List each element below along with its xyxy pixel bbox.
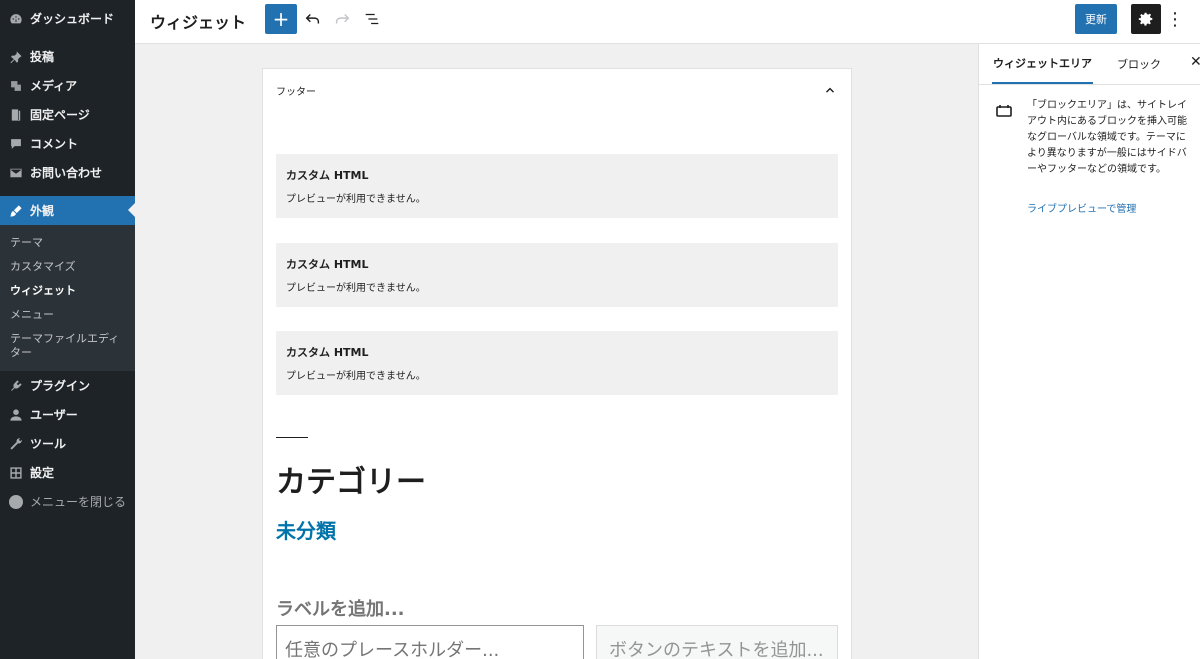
- sidebar-item-label: 固定ページ: [30, 108, 90, 122]
- block-title: カスタム HTML: [286, 258, 369, 271]
- media-icon: [9, 79, 23, 93]
- description-line: 「ブロックエリア」は、サイトレイ: [1027, 100, 1187, 111]
- add-block-button[interactable]: +: [265, 4, 297, 34]
- submenu-item-theme-editor[interactable]: テーマファイルエディター: [0, 327, 120, 365]
- sidebar-item-appearance[interactable]: 外観: [0, 196, 135, 225]
- wrench-icon: [9, 437, 23, 451]
- custom-html-block[interactable]: カスタム HTML プレビューが利用できません。: [276, 154, 838, 218]
- plugin-icon: [9, 379, 23, 393]
- tab-block[interactable]: ブロック: [1117, 44, 1161, 84]
- description-line: なグローバルな領域です。テーマに: [1027, 132, 1186, 143]
- page-icon: [9, 108, 23, 122]
- categories-heading[interactable]: カテゴリー: [276, 457, 426, 501]
- block-preview-text: プレビューが利用できません。: [286, 283, 426, 294]
- tabs-divider: [979, 84, 1200, 85]
- close-icon[interactable]: ✕: [1190, 54, 1200, 70]
- description-line: より異なりますが一般にはサイドバ: [1027, 148, 1187, 159]
- pin-icon: [9, 50, 23, 64]
- more-options-button[interactable]: ⋮: [1166, 8, 1184, 30]
- settings-grid-icon: [9, 466, 23, 480]
- category-link[interactable]: 未分類: [276, 515, 336, 544]
- sidebar-item-posts[interactable]: 投稿: [0, 42, 135, 71]
- settings-sidebar: ウィジェットエリア ブロック ✕ 「ブロックエリア」は、サイトレイ アウト内にあ…: [978, 44, 1200, 659]
- editor-canvas: フッター カスタム HTML プレビューが利用できません。 カスタム HTML …: [135, 44, 978, 659]
- custom-html-block[interactable]: カスタム HTML プレビューが利用できません。: [276, 331, 838, 395]
- page-title: ウィジェット: [150, 13, 247, 32]
- block-preview-text: プレビューが利用できません。: [286, 194, 426, 205]
- sidebar-item-dashboard[interactable]: ダッシュボード: [0, 4, 135, 33]
- live-preview-link[interactable]: ライブプレビューで管理: [1027, 200, 1136, 215]
- collapse-menu-button[interactable]: メニューを閉じる: [0, 487, 135, 516]
- description-line: アウト内にあるブロックを挿入可能: [1027, 116, 1187, 127]
- tab-widget-area[interactable]: ウィジェットエリア: [992, 44, 1093, 84]
- collapse-menu-label: メニューを閉じる: [30, 495, 127, 509]
- separator-block[interactable]: [276, 437, 308, 438]
- block-preview-text: プレビューが利用できません。: [286, 371, 426, 382]
- brush-icon: [9, 204, 23, 218]
- undo-icon[interactable]: [303, 9, 323, 29]
- admin-sidebar: ダッシュボード 投稿 メディア 固定ページ コメント お問い合わせ 外観 テーマ…: [0, 0, 135, 659]
- sidebar-item-label: ツール: [30, 437, 67, 451]
- sidebar-item-label: 外観: [30, 204, 55, 218]
- submenu-item-menus[interactable]: メニュー: [0, 303, 135, 327]
- sidebar-item-contact[interactable]: お問い合わせ: [0, 158, 135, 187]
- block-title: カスタム HTML: [286, 169, 369, 182]
- custom-html-block[interactable]: カスタム HTML プレビューが利用できません。: [276, 243, 838, 307]
- list-view-icon[interactable]: [362, 9, 382, 29]
- search-label[interactable]: ラベルを追加...: [276, 595, 405, 621]
- search-button[interactable]: ボタンのテキストを追加...: [596, 625, 838, 659]
- sidebar-item-label: ユーザー: [30, 408, 78, 422]
- sidebar-item-users[interactable]: ユーザー: [0, 400, 135, 429]
- search-input[interactable]: 任意のプレースホルダー...: [276, 625, 584, 659]
- mail-icon: [9, 166, 23, 180]
- comment-icon: [9, 137, 23, 151]
- submenu-item-themes[interactable]: テーマ: [0, 231, 135, 255]
- sidebar-item-label: ダッシュボード: [30, 12, 115, 26]
- sidebar-item-label: メディア: [30, 79, 78, 93]
- submenu-item-customize[interactable]: カスタマイズ: [0, 255, 135, 279]
- description-line: ーやフッターなどの領域です。: [1027, 164, 1166, 175]
- sidebar-item-plugins[interactable]: プラグイン: [0, 371, 135, 400]
- sidebar-item-media[interactable]: メディア: [0, 71, 135, 100]
- sidebar-item-label: コメント: [30, 137, 79, 151]
- sidebar-item-label: お問い合わせ: [30, 166, 103, 180]
- collapse-arrow-icon: [9, 494, 23, 509]
- sidebar-item-pages[interactable]: 固定ページ: [0, 100, 135, 129]
- sidebar-item-tools[interactable]: ツール: [0, 429, 135, 458]
- dashboard-icon: [9, 12, 23, 26]
- sidebar-item-label: プラグイン: [30, 379, 91, 393]
- sidebar-item-label: 投稿: [30, 50, 55, 64]
- widget-area-title: フッター: [276, 87, 316, 98]
- gear-icon: [1138, 12, 1153, 26]
- update-button[interactable]: 更新: [1075, 4, 1117, 34]
- user-icon: [9, 408, 23, 422]
- block-title: カスタム HTML: [286, 346, 369, 359]
- widget-area-description: 「ブロックエリア」は、サイトレイ アウト内にあるブロックを挿入可能 なグローバル…: [1027, 98, 1200, 178]
- sidebar-item-settings[interactable]: 設定: [0, 458, 135, 487]
- redo-icon[interactable]: [332, 9, 352, 29]
- block-area-icon: [995, 103, 1013, 117]
- appearance-submenu: テーマ カスタマイズ ウィジェット メニュー テーマファイルエディター: [0, 225, 135, 371]
- sidebar-item-label: 設定: [30, 466, 55, 480]
- settings-button[interactable]: [1131, 4, 1161, 34]
- submenu-item-widgets[interactable]: ウィジェット: [0, 279, 135, 303]
- widget-area-footer[interactable]: フッター カスタム HTML プレビューが利用できません。 カスタム HTML …: [262, 68, 852, 659]
- sidebar-item-comments[interactable]: コメント: [0, 129, 135, 158]
- chevron-up-icon[interactable]: [823, 82, 837, 96]
- editor-header: ウィジェット + 更新 ⋮: [135, 0, 1200, 44]
